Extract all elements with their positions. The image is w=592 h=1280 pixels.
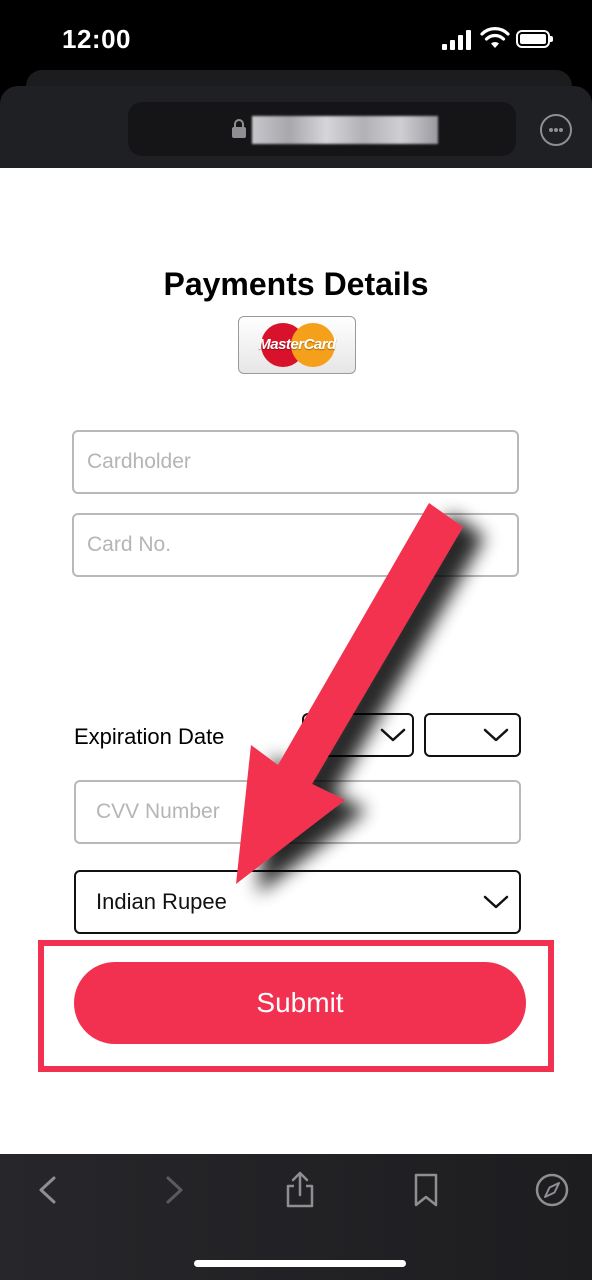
cvv-input[interactable] [74, 780, 521, 844]
address-bar[interactable] [128, 102, 516, 156]
currency-value: Indian Rupee [96, 889, 227, 914]
card-logo-text: MasterCard [258, 336, 336, 353]
battery-icon [516, 30, 553, 48]
compass-icon[interactable] [532, 1170, 572, 1210]
mastercard-logo: MasterCard [238, 316, 356, 374]
browser-chrome [0, 86, 592, 168]
wifi-icon [480, 27, 510, 48]
arrow-annotation [236, 503, 463, 884]
url-redacted [252, 116, 438, 144]
chevron-down-icon [483, 728, 509, 742]
back-icon[interactable] [28, 1170, 68, 1210]
expiration-date-label: Expiration Date [74, 724, 225, 749]
expiration-month-select[interactable] [302, 713, 414, 757]
chevron-down-icon [483, 895, 509, 909]
cardholder-input[interactable] [72, 430, 519, 494]
forward-icon[interactable] [154, 1170, 194, 1210]
submit-button[interactable]: Submit [74, 962, 526, 1044]
lock-icon [232, 119, 246, 139]
share-icon[interactable] [280, 1170, 320, 1210]
status-time: 12:00 [62, 24, 131, 54]
expiration-year-select[interactable] [424, 713, 521, 757]
card-number-input[interactable] [72, 513, 519, 577]
page-title: Payments Details [163, 266, 429, 302]
more-icon[interactable] [540, 114, 572, 146]
signal-icon [442, 30, 474, 50]
browser-top-bar: 12:00 [0, 0, 592, 168]
chevron-down-icon [380, 728, 406, 742]
currency-select[interactable]: Indian Rupee [74, 870, 521, 934]
bookmarks-icon[interactable] [406, 1170, 446, 1210]
home-indicator [194, 1260, 406, 1267]
